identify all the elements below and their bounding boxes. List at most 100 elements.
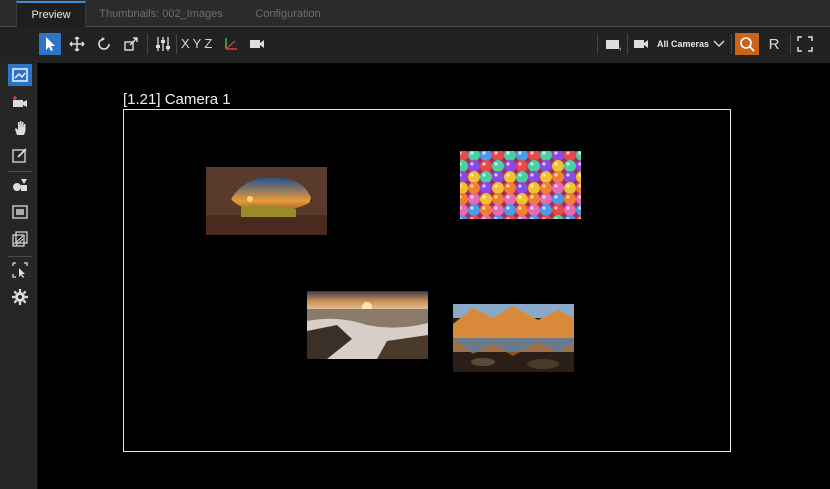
sphere-shape [564,204,576,216]
sphere-highlight [566,206,570,210]
sidebar-pan-button[interactable] [8,117,32,139]
sphere-highlight [566,184,570,188]
sphere-highlight [530,151,534,155]
sidebar-shapes-button[interactable] [8,174,32,196]
sphere-shape [528,193,540,205]
tab-configuration[interactable]: Configuration [240,2,336,26]
spheres-graphic [460,151,581,219]
sphere-highlight [518,151,522,155]
axis-gizmo-button[interactable] [220,33,242,55]
sphere-highlight [542,195,546,199]
sphere-shape [540,204,552,216]
toolbar-separator [176,34,177,54]
selection-cursor-icon [12,262,28,278]
sphere-shape [552,182,564,194]
sphere-shape [480,204,492,216]
xyz-axes-button[interactable]: XYZ [181,33,215,55]
sphere-highlight [554,184,558,188]
sidebar-image-button[interactable] [8,201,32,223]
sphere-shape [528,204,540,216]
sphere-shape [552,160,564,172]
sphere-highlight [482,162,486,166]
select-tool-button[interactable] [39,33,61,55]
sidebar-selection-button[interactable] [8,259,32,281]
scale-tool-button[interactable] [120,33,142,55]
tab-thumbnails[interactable]: Thumbnails: 002_Images [88,2,234,26]
sphere-shape [516,193,528,205]
sphere-highlight [566,195,570,199]
sphere-highlight [518,162,522,166]
sphere-shape [468,204,480,216]
mountain-lake-graphic [453,304,574,372]
mountain-lake-image[interactable] [453,304,574,372]
sidebar-preview-button[interactable] [8,64,32,86]
sphere-shape [480,182,492,194]
sphere-highlight [506,173,510,177]
fullscreen-button[interactable] [794,33,816,55]
sphere-highlight [554,195,558,199]
toolbar-separator [597,34,598,54]
sphere-highlight [530,173,534,177]
sphere-shape [492,160,504,172]
toolbar-separator [790,34,791,54]
hand-icon [15,121,26,135]
sidebar-add-camera-button[interactable] [8,91,32,113]
sphere-highlight [518,184,522,188]
sphere-highlight [482,151,486,155]
chevron-down-icon [713,40,725,47]
sphere-highlight [566,162,570,166]
sphere-shape [564,182,576,194]
sphere-highlight [518,195,522,199]
move-tool-button[interactable] [66,33,88,55]
sphere-highlight [494,162,498,166]
sphere-shape [504,182,516,194]
cursor-arrow-icon [46,37,55,51]
sphere-shape [540,171,552,183]
reset-button[interactable]: R [763,33,785,55]
colorful-spheres-image[interactable] [460,151,581,219]
search-button[interactable] [735,33,759,55]
sphere-shape [564,171,576,183]
search-icon [740,37,755,52]
sidebar-texture-button[interactable] [8,228,32,250]
sidebar-edit-button[interactable] [8,144,32,166]
sphere-shape [552,171,564,183]
sphere-highlight [554,173,558,177]
cave-sunset-image[interactable] [206,167,327,235]
sphere-highlight [542,206,546,210]
ocean-sunset-image[interactable] [307,291,428,359]
sphere-highlight [506,195,510,199]
camera-select-icon-button[interactable] [630,33,652,55]
sphere-highlight [494,184,498,188]
sidebar-settings-button[interactable] [8,286,32,308]
sphere-highlight [482,173,486,177]
sphere-shape [552,193,564,205]
sphere-shape [468,160,480,172]
screen-icon [606,40,621,51]
sphere-highlight [494,173,498,177]
adjust-button[interactable] [152,33,174,55]
sliders-icon [156,37,170,51]
sphere-highlight [542,151,546,155]
rotate-tool-button[interactable] [93,33,115,55]
camera-view-button[interactable] [246,33,268,55]
camera-dropdown-toggle[interactable] [708,33,730,55]
camera-label: [1.21] Camera 1 [123,91,231,108]
sphere-highlight [470,173,474,177]
sphere-highlight [554,206,558,210]
tab-preview[interactable]: Preview [16,1,86,28]
sphere-highlight [506,184,510,188]
camera-select-dropdown[interactable]: All Cameras [657,33,709,55]
sphere-highlight [470,195,474,199]
rotate-icon [98,37,110,50]
display-mode-button[interactable] [602,33,624,55]
sphere-shape [492,204,504,216]
sphere-highlight [470,206,474,210]
sphere-shape [516,204,528,216]
video-camera-icon [250,40,264,48]
camera-select-value: All Cameras [657,39,710,49]
sphere-highlight [530,162,534,166]
sphere-highlight [482,195,486,199]
toolbar-separator [731,34,732,54]
sphere-shape [480,193,492,205]
